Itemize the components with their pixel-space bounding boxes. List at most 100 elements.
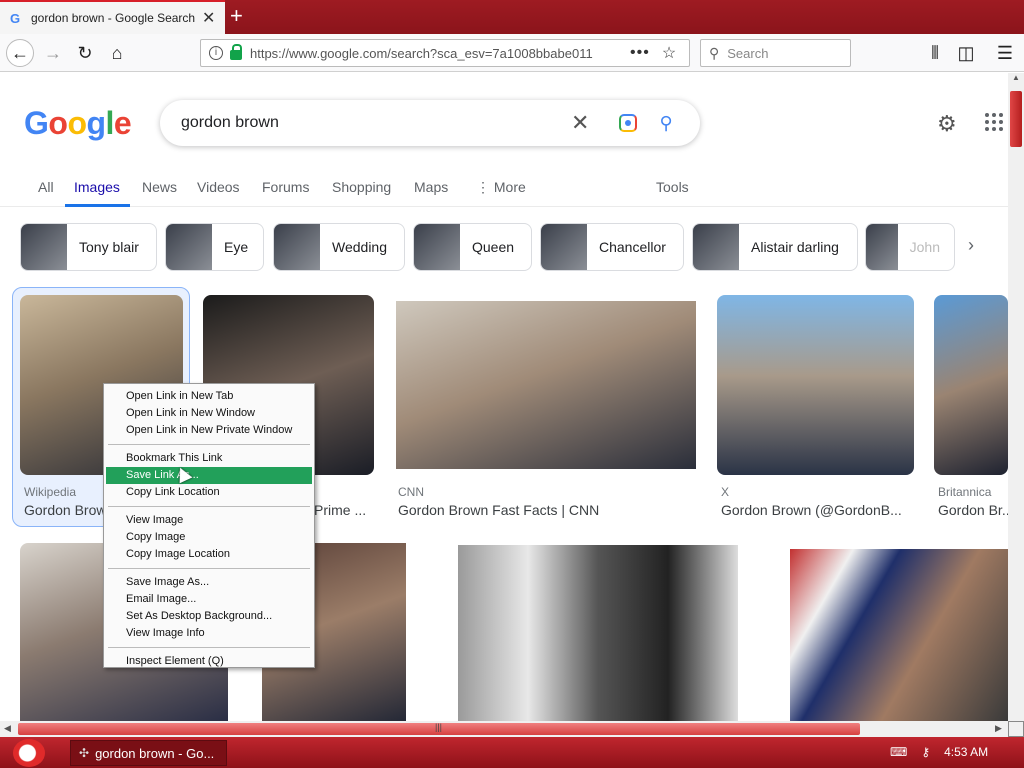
search-icon[interactable]: ⚲: [659, 113, 672, 134]
menu-item-open-link-in-new-private-window[interactable]: Open Link in New Private Window: [106, 422, 312, 439]
menu-separator: [108, 444, 310, 445]
menu-separator: [108, 647, 310, 648]
address-bar[interactable]: i https://www.google.com/search?sca_esv=…: [200, 39, 690, 67]
tab-maps[interactable]: Maps: [414, 179, 448, 195]
scroll-corner: [1008, 721, 1024, 737]
search-tabs: All Images News Videos Forums Shopping M…: [0, 173, 1008, 207]
scroll-thumb[interactable]: [1010, 91, 1022, 147]
menu-item-open-link-in-new-tab[interactable]: Open Link in New Tab: [106, 388, 312, 405]
result-image[interactable]: [396, 301, 696, 469]
result-caption[interactable]: Gordon Brown (@GordonB...: [721, 502, 921, 518]
result-image[interactable]: [790, 549, 1008, 721]
menu-item-bookmark-this-link[interactable]: Bookmark This Link: [106, 450, 312, 467]
menu-item-open-link-in-new-window[interactable]: Open Link in New Window: [106, 405, 312, 422]
menu-item-copy-link-location[interactable]: Copy Link Location: [106, 484, 312, 501]
chip-tony-blair[interactable]: Tony blair: [20, 223, 157, 271]
back-icon[interactable]: ←: [6, 39, 34, 67]
result-source: Wikipedia: [24, 485, 77, 499]
chip-queen[interactable]: Queen: [413, 223, 532, 271]
bookmark-star-icon[interactable]: ☆: [662, 43, 676, 63]
google-lens-icon[interactable]: [619, 114, 638, 132]
google-apps-icon[interactable]: [985, 113, 1003, 131]
result-image[interactable]: [717, 295, 914, 475]
sidebar-icon[interactable]: ◫: [953, 41, 979, 65]
query-text[interactable]: gordon brown: [181, 114, 551, 132]
menu-icon[interactable]: ☰: [992, 41, 1018, 65]
scroll-left-icon[interactable]: ◀: [4, 723, 11, 734]
keyboard-icon[interactable]: ⌨: [890, 745, 907, 759]
result-caption[interactable]: Gordon Brown: [24, 502, 104, 518]
menu-item-email-image[interactable]: Email Image...: [106, 591, 312, 608]
chip-thumbnail: [21, 224, 67, 270]
taskbar-window-title: gordon brown - Go...: [95, 745, 215, 761]
tab-more[interactable]: ⋮ More: [476, 179, 526, 196]
network-icon[interactable]: ⚷: [921, 745, 930, 759]
tab-title: gordon brown - Google Search: [31, 11, 196, 25]
browser-icon: ✣: [79, 746, 90, 760]
system-tray: ⌨ ⚷ 4:53 AM: [890, 745, 988, 759]
forward-icon[interactable]: →: [40, 41, 66, 65]
taskbar-window-button[interactable]: ✣ gordon brown - Go...: [70, 740, 227, 766]
browser-tab[interactable]: G gordon brown - Google Search ✕: [0, 0, 225, 34]
chip-eye[interactable]: Eye: [165, 223, 264, 271]
search-icon: ⚲: [709, 44, 720, 61]
chip-alistair-darling[interactable]: Alistair darling: [692, 223, 858, 271]
url-text[interactable]: https://www.google.com/search?sca_esv=7a…: [250, 46, 610, 61]
google-logo[interactable]: Google: [24, 105, 132, 142]
menu-item-save-link-as[interactable]: Save Link As...: [106, 467, 312, 484]
chip-thumbnail: [274, 224, 320, 270]
browser-search-field[interactable]: ⚲ Search: [700, 39, 851, 67]
scroll-grip-icon: |||: [435, 722, 443, 732]
active-tab-indicator: [65, 204, 130, 207]
reload-icon[interactable]: ↻: [72, 41, 98, 65]
chip-john[interactable]: John: [865, 223, 955, 271]
clear-icon[interactable]: ✕: [571, 110, 589, 136]
horizontal-scrollbar[interactable]: ◀ ||| ▶: [0, 721, 1008, 737]
tools-button[interactable]: Tools: [656, 179, 689, 195]
browser-tab-bar: G gordon brown - Google Search ✕ +: [0, 0, 1024, 34]
tab-images[interactable]: Images: [74, 179, 120, 195]
site-info-icon[interactable]: i: [209, 46, 223, 60]
chevron-right-icon[interactable]: ›: [968, 235, 974, 256]
menu-item-copy-image[interactable]: Copy Image: [106, 529, 312, 546]
result-image[interactable]: [934, 295, 1008, 475]
menu-item-view-image[interactable]: View Image: [106, 512, 312, 529]
chip-thumbnail: [693, 224, 739, 270]
chip-thumbnail: [866, 224, 898, 270]
menu-separator: [108, 568, 310, 569]
google-search-box[interactable]: gordon brown ✕ ⚲: [160, 100, 700, 146]
scroll-right-icon[interactable]: ▶: [995, 723, 1002, 734]
context-menu: Open Link in New Tab Open Link in New Win…: [103, 383, 315, 668]
tab-news[interactable]: News: [142, 179, 177, 195]
chip-thumbnail: [541, 224, 587, 270]
home-icon[interactable]: ⌂: [104, 41, 130, 65]
clock[interactable]: 4:53 AM: [944, 745, 988, 759]
taskbar: ✣ gordon brown - Go... ⌨ ⚷ 4:53 AM: [0, 737, 1024, 768]
chip-chancellor[interactable]: Chancellor: [540, 223, 684, 271]
page-actions-icon[interactable]: •••: [630, 44, 650, 62]
chip-thumbnail: [414, 224, 460, 270]
menu-item-save-image-as[interactable]: Save Image As...: [106, 574, 312, 591]
tab-shopping[interactable]: Shopping: [332, 179, 391, 195]
result-image[interactable]: [458, 545, 738, 721]
tab-all[interactable]: All: [38, 179, 54, 195]
new-tab-button[interactable]: +: [230, 4, 243, 28]
close-tab-icon[interactable]: ✕: [202, 8, 215, 28]
tab-videos[interactable]: Videos: [197, 179, 240, 195]
menu-item-copy-image-location[interactable]: Copy Image Location: [106, 546, 312, 563]
settings-gear-icon[interactable]: ⚙: [937, 111, 957, 137]
result-caption[interactable]: Gordon Br...: [938, 502, 1008, 518]
vertical-scrollbar[interactable]: ▲: [1008, 73, 1024, 721]
chip-wedding[interactable]: Wedding: [273, 223, 405, 271]
scroll-up-icon[interactable]: ▲: [1012, 73, 1020, 82]
tab-forums[interactable]: Forums: [262, 179, 309, 195]
result-caption[interactable]: Gordon Brown Fast Facts | CNN: [398, 502, 688, 518]
result-caption[interactable]: Prime ...: [314, 502, 374, 518]
menu-item-set-as-desktop-background[interactable]: Set As Desktop Background...: [106, 608, 312, 625]
library-icon[interactable]: ⫴: [922, 41, 948, 65]
google-favicon-icon: G: [10, 11, 21, 26]
result-source: Britannica: [938, 485, 992, 499]
menu-item-view-image-info[interactable]: View Image Info: [106, 625, 312, 642]
start-menu-icon[interactable]: [13, 739, 45, 767]
menu-item-inspect-element-q[interactable]: Inspect Element (Q): [106, 653, 312, 670]
